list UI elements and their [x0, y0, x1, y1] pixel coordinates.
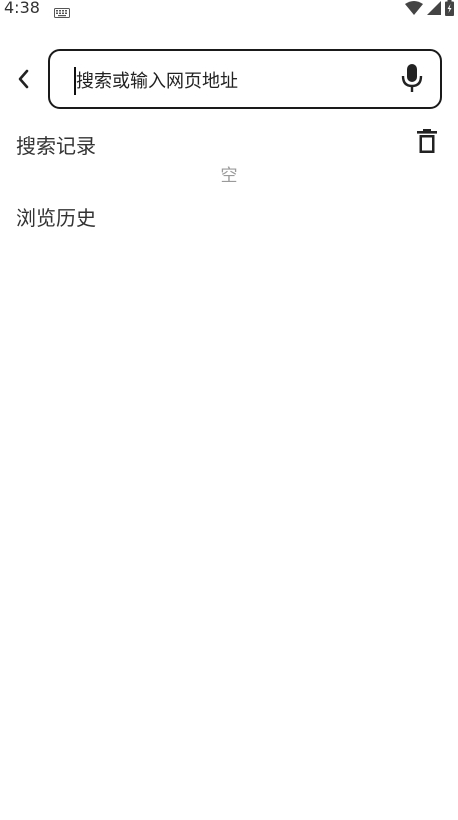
clear-search-history-button[interactable] — [414, 129, 440, 157]
chevron-left-icon — [16, 68, 30, 94]
trash-icon — [417, 129, 437, 157]
browse-history-title[interactable]: 浏览历史 — [16, 202, 96, 231]
microphone-icon — [400, 62, 424, 98]
voice-search-button[interactable] — [398, 63, 426, 97]
search-history-title: 搜索记录 — [16, 134, 96, 158]
battery-charging-icon — [445, 0, 454, 16]
search-box[interactable] — [48, 49, 442, 109]
system-icons — [405, 0, 454, 16]
status-time: 4:38 — [4, 0, 40, 17]
back-button[interactable] — [8, 66, 38, 96]
signal-icon — [427, 1, 441, 15]
wifi-icon — [405, 1, 423, 15]
search-input[interactable] — [76, 65, 376, 97]
search-history-empty-label: 空 — [220, 166, 238, 186]
keyboard-icon — [54, 3, 70, 18]
status-bar: 4:38 — [0, 0, 458, 20]
